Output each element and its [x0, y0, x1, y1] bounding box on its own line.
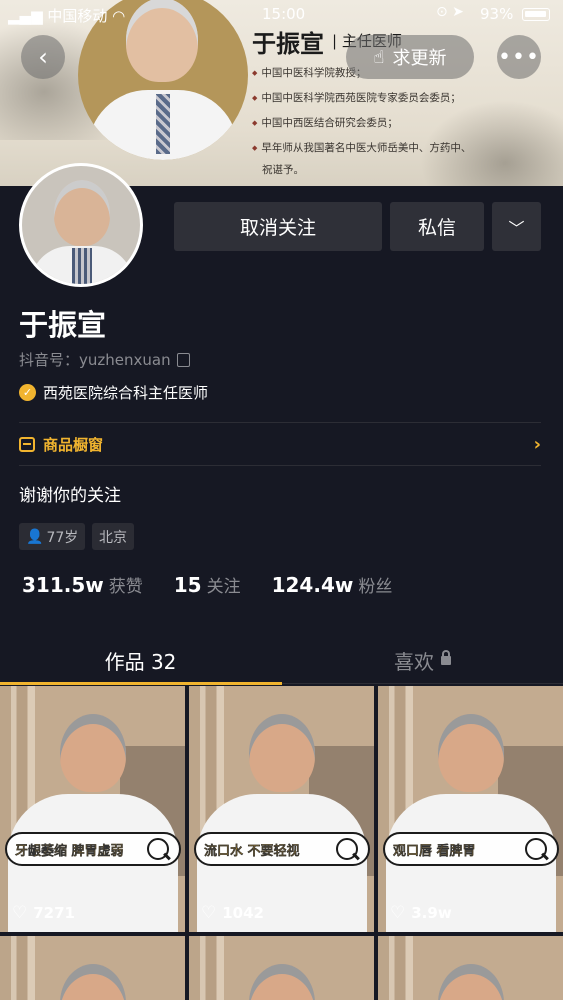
video-thumbnail[interactable] [189, 936, 374, 1000]
followers-count[interactable]: 124.4w [272, 573, 354, 597]
content-tabs: 作品 32 喜欢 [0, 636, 563, 684]
profile-name: 于振宣 [19, 308, 107, 342]
shop-icon [19, 436, 35, 452]
age-tag: 👤 77岁 [19, 523, 86, 550]
video-caption: 观口唇 看脾胃 [383, 832, 559, 866]
verification-row: ✓ 西苑医院综合科主任医师 [19, 382, 208, 403]
likes-label: 获赞 [108, 577, 143, 597]
battery-percent: 93% [480, 5, 514, 23]
caption-text: 牙龈萎缩 脾胃虚弱 [15, 843, 124, 859]
request-update-button[interactable]: ☝ 求更新 [346, 35, 474, 79]
status-time: 15:00 [262, 5, 306, 23]
like-count: 3.9w [411, 904, 452, 922]
person-icon: 👤 [26, 528, 44, 545]
city-tag: 北京 [92, 523, 134, 550]
divider [19, 465, 541, 466]
tab-indicator [0, 682, 282, 685]
tab-likes[interactable]: 喜欢 [282, 636, 563, 684]
banner-credential: 中国中医科学院西苑医院专家委员会委员； [252, 91, 471, 116]
more-options-button[interactable]: ••• [497, 35, 541, 79]
banner-credentials: 中国中医科学院教授； 中国中医科学院西苑医院专家委员会委员； 中国中西医结合研究… [252, 66, 471, 166]
likes-count: 311.5w [22, 573, 104, 597]
chevron-right-icon: › [533, 433, 541, 455]
video-thumbnail[interactable] [0, 936, 185, 1000]
tab-works[interactable]: 作品 32 [0, 636, 281, 684]
like-count: 1042 [222, 904, 264, 922]
video-thumbnail[interactable]: 流口水 不要轻视 ♡ 1042 [189, 686, 374, 932]
chevron-down-icon: ﹀ [508, 218, 525, 238]
like-count: 7271 [33, 904, 75, 922]
following-count[interactable]: 15 [174, 573, 202, 597]
video-likes: ♡ 7271 [12, 903, 75, 923]
verified-check-icon: ✓ [19, 384, 36, 401]
status-bar: ▂▄▆ 中国移动 ◠ 15:00 ⊙ ➤ 93% [0, 0, 563, 28]
video-likes: ♡ 1042 [201, 903, 264, 923]
lock-icon [441, 649, 451, 665]
banner-name: 于振宣 [252, 29, 324, 58]
shop-window-label: 商品橱窗 [43, 435, 104, 454]
stats-row: 311.5w 获赞 15 关注 124.4w 粉丝 [22, 572, 423, 597]
banner-credential: 祝谌予。 [262, 164, 304, 176]
back-button[interactable]: ‹ [21, 35, 65, 79]
verification-text: 西苑医院综合科主任医师 [43, 384, 209, 402]
signal-carrier: ▂▄▆ 中国移动 ◠ [8, 7, 126, 25]
chevron-left-icon: ‹ [38, 43, 48, 71]
caption-text: 观口唇 看脾胃 [393, 843, 476, 859]
douyin-id-text: 抖音号：yuzhenxuan [19, 351, 171, 369]
heart-icon: ♡ [201, 903, 217, 923]
search-icon [336, 838, 358, 860]
search-icon [147, 838, 169, 860]
avatar[interactable] [19, 163, 143, 287]
unfollow-button[interactable]: 取消关注 [174, 202, 382, 251]
video-caption: 流口水 不要轻视 [194, 832, 370, 866]
copy-icon[interactable] [176, 353, 190, 367]
recommend-dropdown-button[interactable]: ﹀ [492, 202, 541, 251]
request-update-label: 求更新 [392, 48, 447, 69]
bio: 谢谢你的关注 [19, 486, 121, 506]
message-button[interactable]: 私信 [390, 202, 484, 251]
more-dots-icon: ••• [498, 44, 540, 70]
battery-icon [522, 8, 550, 21]
heart-icon: ♡ [12, 903, 28, 923]
age-text: 77岁 [46, 529, 79, 546]
video-thumbnail[interactable]: 牙龈萎缩 脾胃虚弱 ♡ 7271 [0, 686, 185, 932]
heart-icon: ♡ [390, 903, 406, 923]
caption-text: 流口水 不要轻视 [204, 843, 300, 859]
video-thumbnail[interactable]: 观口唇 看脾胃 ♡ 3.9w [378, 686, 563, 932]
followers-label[interactable]: 粉丝 [358, 572, 392, 597]
shop-window-link[interactable]: 商品橱窗 › [19, 423, 541, 465]
location-icon: ⊙ ➤ [436, 4, 464, 20]
banner-credential: 中国中西医结合研究会委员； [252, 116, 471, 141]
video-thumbnail[interactable] [378, 936, 563, 1000]
search-icon [525, 838, 547, 860]
video-caption: 牙龈萎缩 脾胃虚弱 [5, 832, 181, 866]
tab-likes-label: 喜欢 [394, 649, 434, 674]
douyin-id: 抖音号：yuzhenxuan [19, 349, 190, 370]
video-likes: ♡ 3.9w [390, 903, 452, 923]
following-label[interactable]: 关注 [207, 572, 241, 597]
hand-pointer-icon: ☝ [373, 46, 385, 68]
